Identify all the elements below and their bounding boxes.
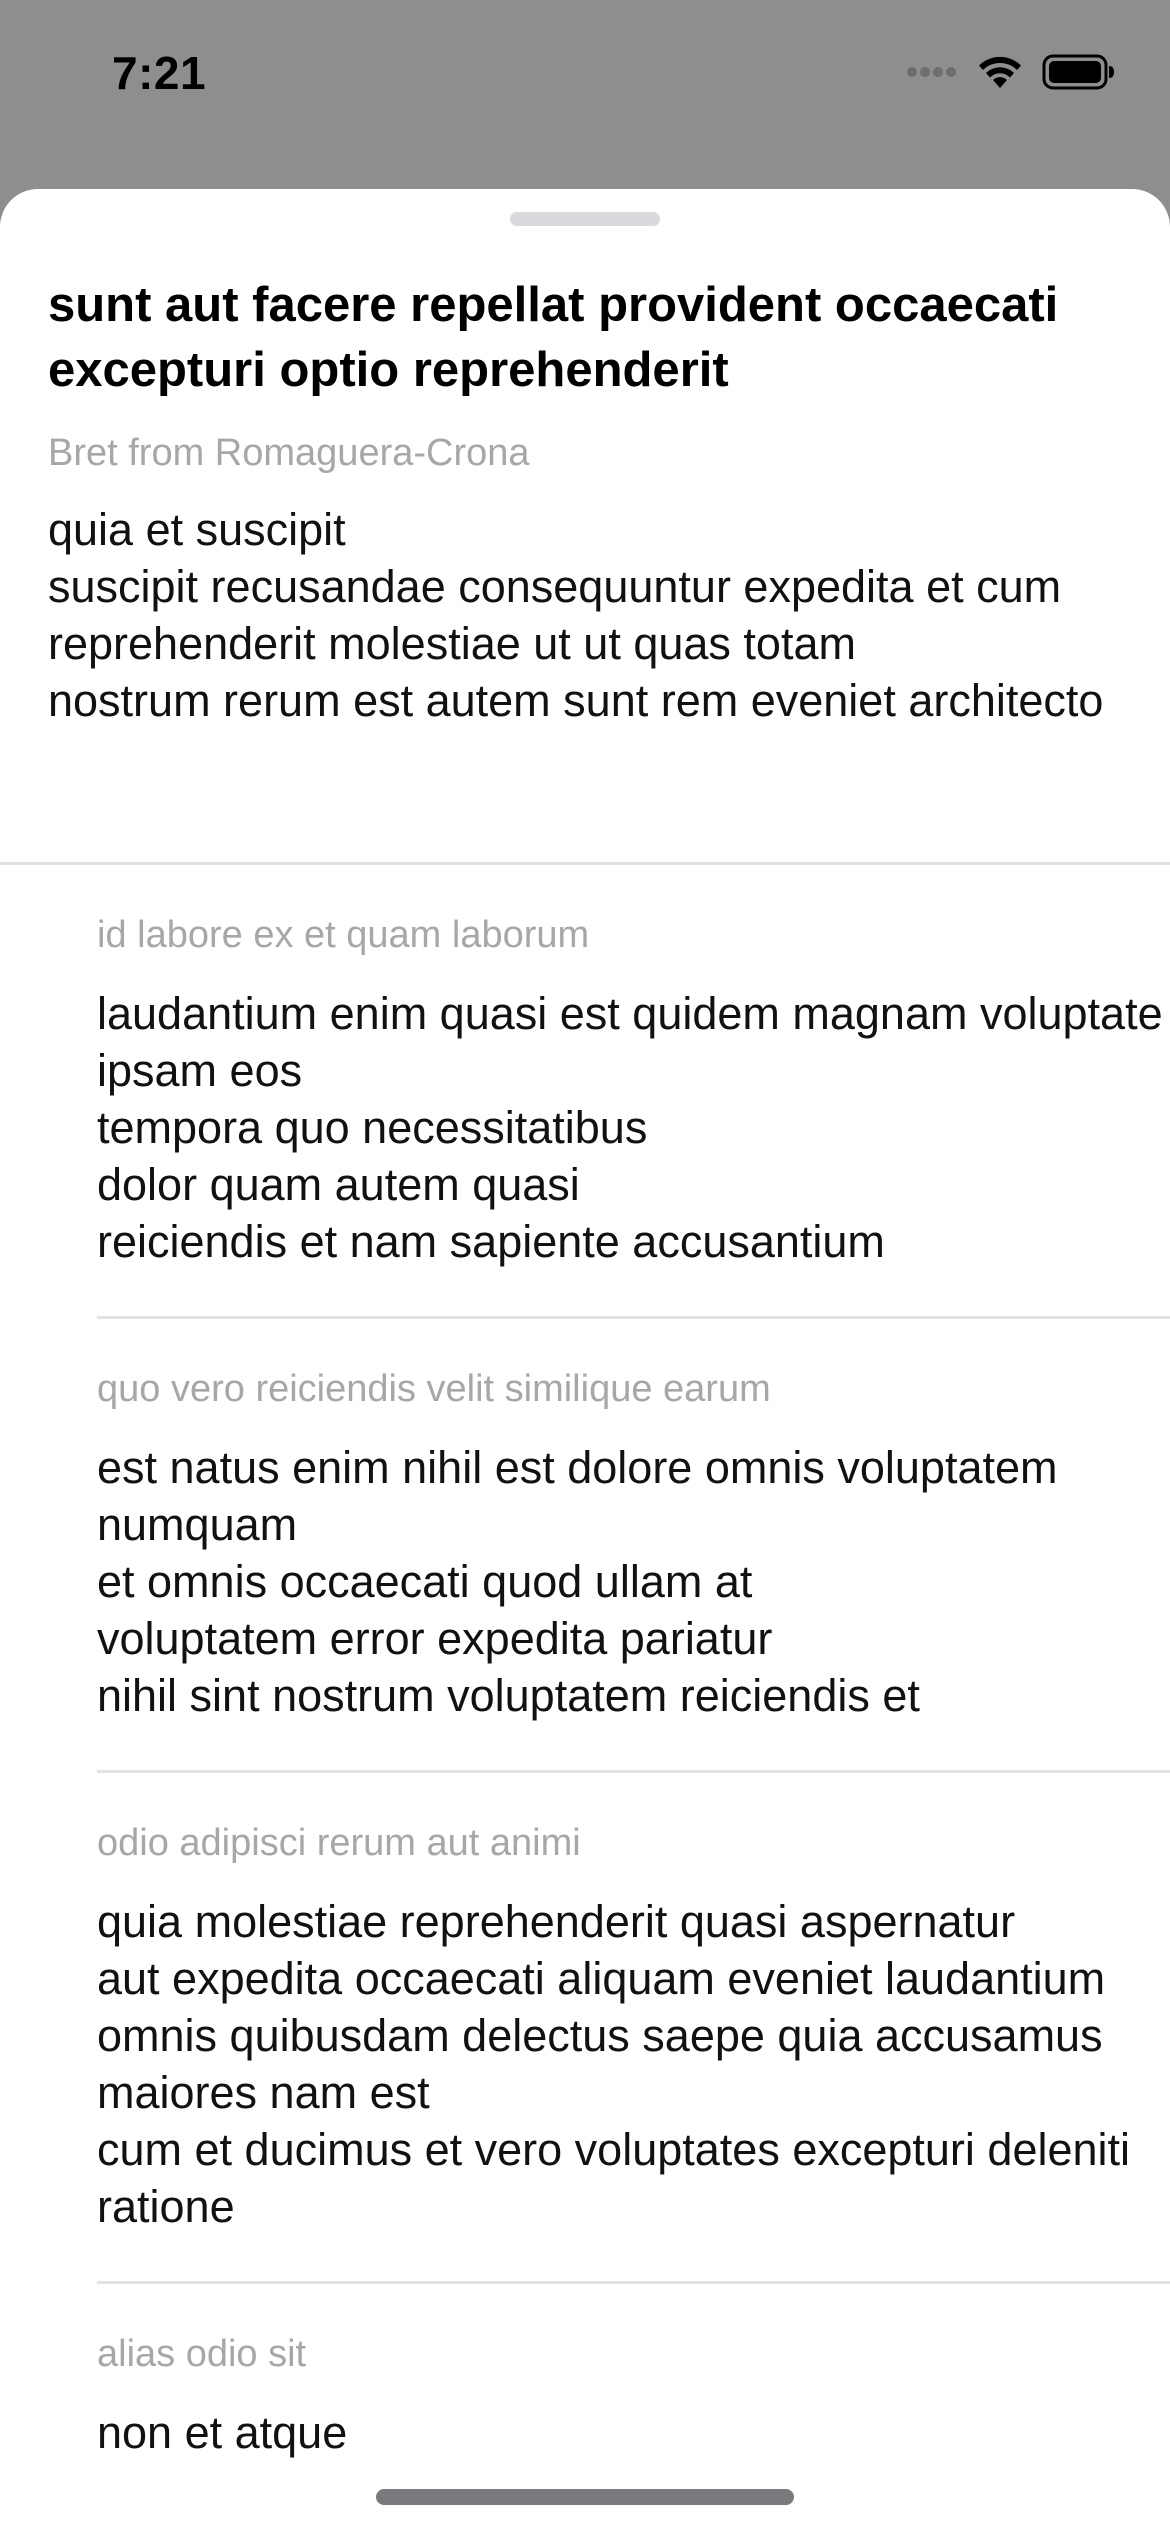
- post-body: quia et suscipit suscipit recusandae con…: [48, 504, 1104, 726]
- post-header: sunt aut facere repellat provident occae…: [48, 273, 1128, 729]
- comment-item: alias odio sit non et atque: [97, 2281, 1170, 2507]
- comment-body: est natus enim nihil est dolore omnis vo…: [97, 1442, 1058, 1721]
- comment-name: id labore ex et quam laborum: [97, 914, 590, 956]
- sheet-grabber[interactable]: [510, 212, 660, 226]
- comment-item: odio adipisci rerum aut animi quia moles…: [97, 1770, 1170, 2281]
- comment-item: quo vero reiciendis velit similique earu…: [97, 1316, 1170, 1770]
- wifi-icon: [976, 54, 1024, 95]
- comment-body: laudantium enim quasi est quidem magnam …: [97, 988, 1163, 1267]
- post-author: Bret from Romaguera-Crona: [48, 432, 530, 474]
- status-icons: [906, 54, 1116, 94]
- home-indicator[interactable]: [376, 2489, 794, 2505]
- status-time: 7:21: [112, 47, 207, 99]
- status-bar: 7:21: [0, 0, 1170, 150]
- post-detail-sheet[interactable]: sunt aut facere repellat provident occae…: [0, 189, 1170, 2532]
- comment-name: quo vero reiciendis velit similique earu…: [97, 1368, 771, 1410]
- battery-icon: [1042, 54, 1116, 95]
- comment-body: quia molestiae reprehenderit quasi asper…: [97, 1896, 1131, 2232]
- comment-list[interactable]: id labore ex et quam laborum laudantium …: [97, 865, 1170, 2507]
- comment-name: alias odio sit: [97, 2333, 307, 2375]
- comment-name: odio adipisci rerum aut animi: [97, 1822, 581, 1864]
- signal-icon: [906, 65, 958, 84]
- post-title: sunt aut facere repellat provident occae…: [48, 278, 1059, 397]
- comment-body: non et atque: [97, 2407, 348, 2458]
- comment-item: id labore ex et quam laborum laudantium …: [97, 865, 1170, 1316]
